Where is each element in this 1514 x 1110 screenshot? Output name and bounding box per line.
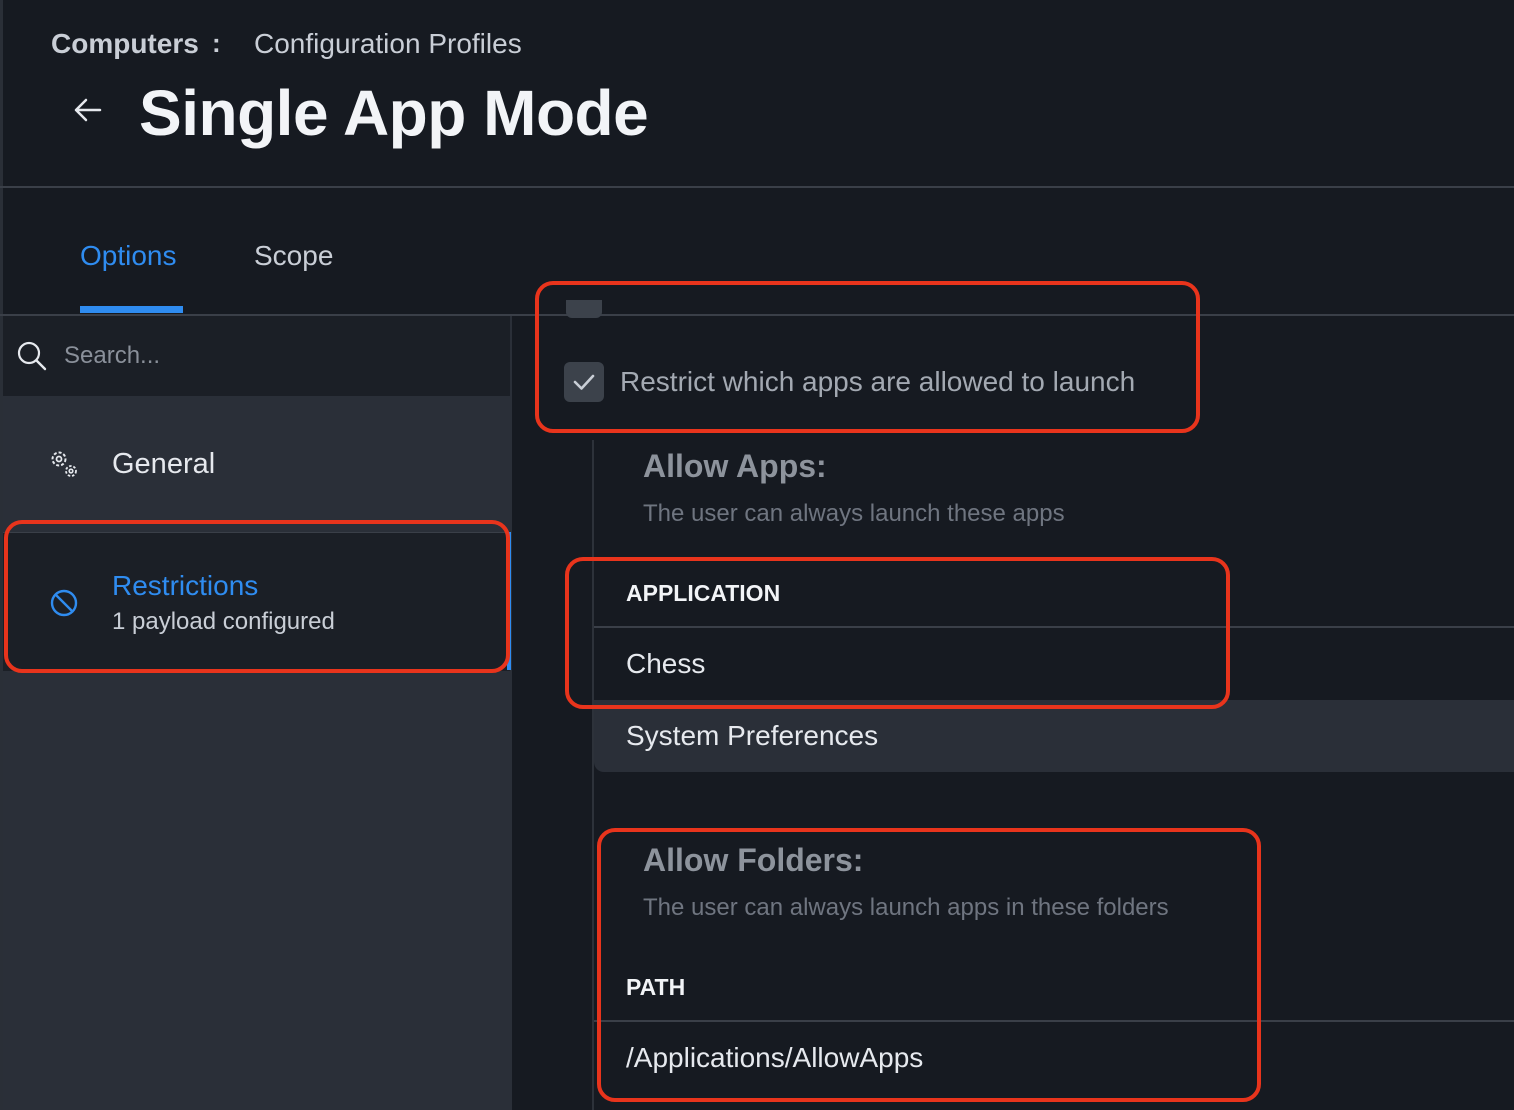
annotation-highlight-checkbox — [535, 281, 1200, 433]
indent-guide — [592, 440, 594, 1110]
allow-apps-title: Allow Apps: — [643, 448, 827, 484]
arrow-left-icon — [74, 98, 102, 122]
annotation-highlight-application — [565, 557, 1230, 709]
breadcrumb-configuration-profiles[interactable]: Configuration Profiles — [254, 28, 522, 60]
search-input[interactable] — [64, 336, 484, 376]
breadcrumb-separator: : — [212, 28, 221, 58]
annotation-highlight-restrictions — [4, 520, 510, 673]
search-icon — [16, 340, 48, 372]
tab-options[interactable]: Options — [80, 240, 177, 272]
back-button[interactable] — [64, 88, 112, 132]
sidebar-item-general-label: General — [112, 448, 216, 480]
tab-scope[interactable]: Scope — [254, 240, 333, 272]
breadcrumb-computers[interactable]: Computers — [51, 28, 199, 60]
allow-apps-description: The user can always launch these apps — [643, 500, 1065, 527]
annotation-highlight-folders — [597, 828, 1261, 1102]
gear-icon — [48, 448, 80, 480]
page-title: Single App Mode — [139, 77, 649, 149]
active-tab-indicator — [80, 306, 183, 313]
table-row[interactable]: System Preferences — [626, 720, 878, 752]
header-divider — [0, 186, 1514, 188]
